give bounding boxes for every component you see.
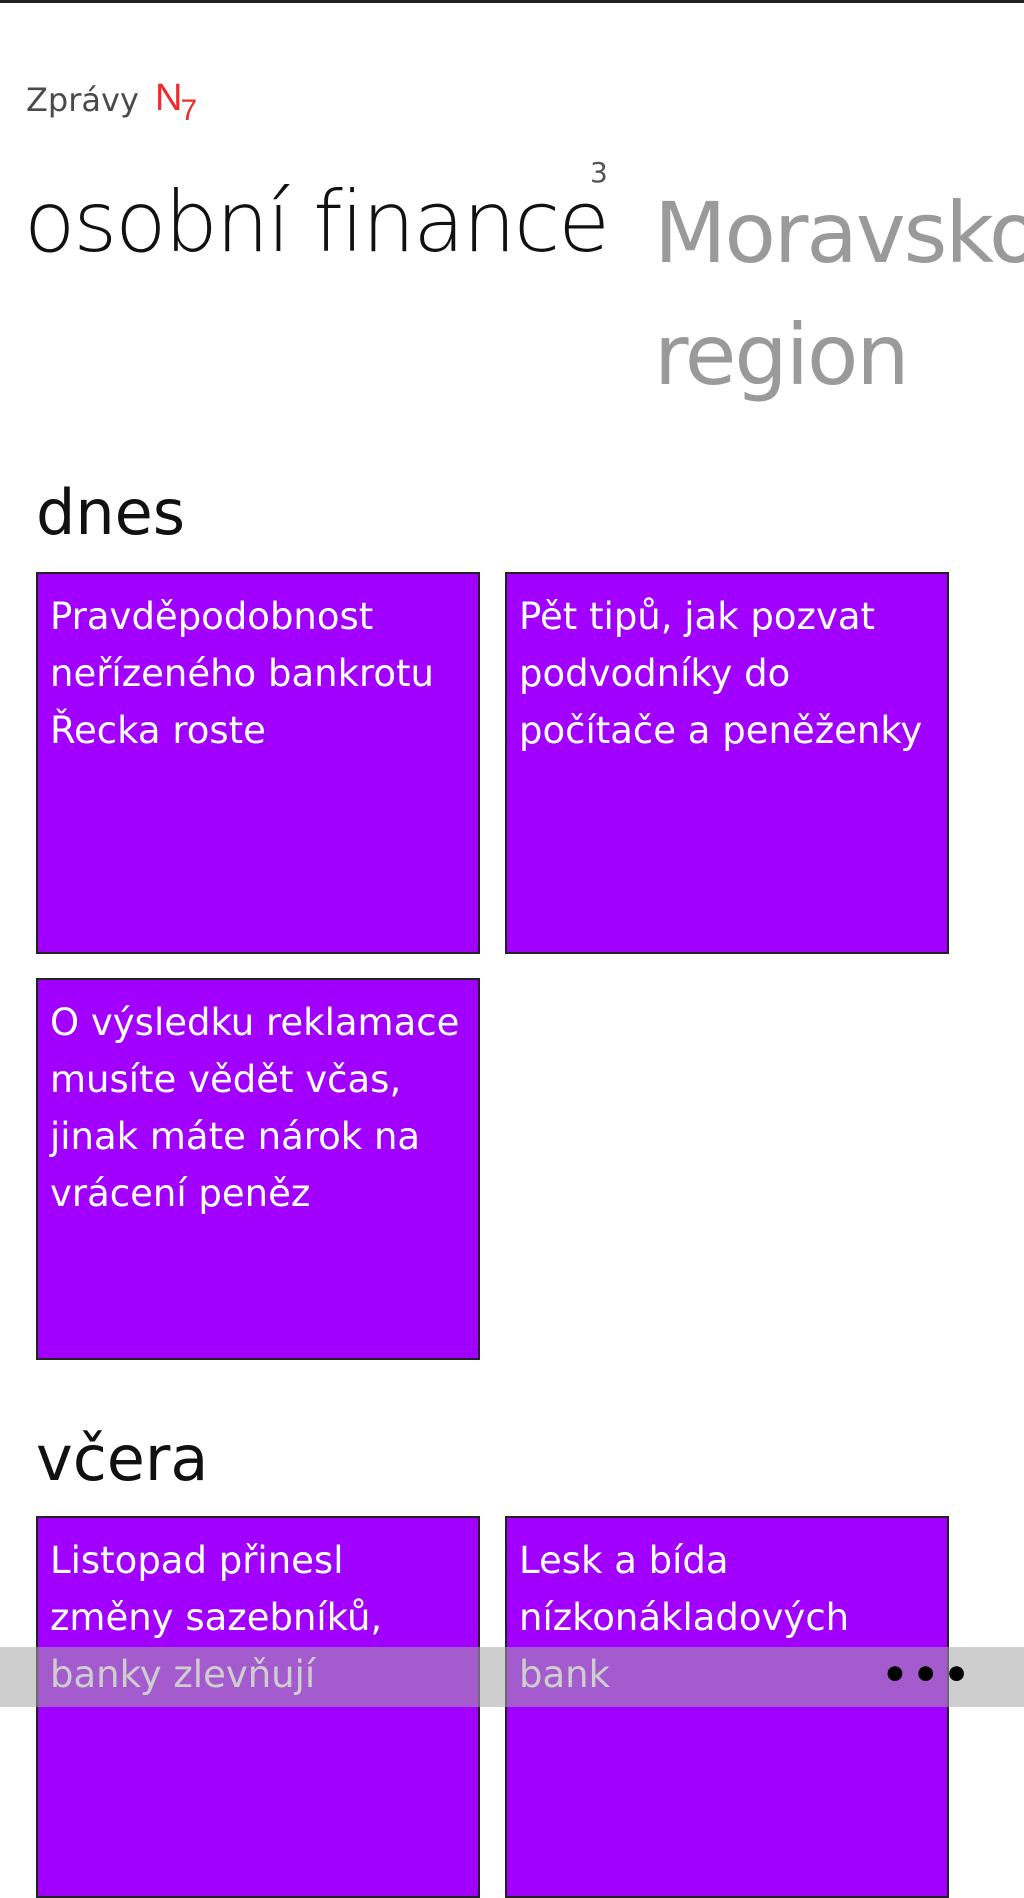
application-bar: •••	[0, 1647, 1024, 1707]
article-tile[interactable]: Lesk a bída nízkonákladových bank	[505, 1516, 949, 1898]
top-border	[0, 0, 1024, 3]
article-tile[interactable]: Pět tipů, jak pozvat podvodníky do počít…	[505, 572, 949, 954]
section-title-yesterday: včera	[36, 1422, 209, 1495]
article-tile[interactable]: O výsledku reklamace musíte vědět včas, …	[36, 978, 480, 1360]
more-options-icon[interactable]: •••	[881, 1654, 974, 1696]
pivot-next-line1: Moravsko	[654, 184, 1024, 282]
article-title: Pravděpodobnost neřízeného bankrotu Řeck…	[50, 595, 434, 752]
article-tile[interactable]: Pravděpodobnost neřízeného bankrotu Řeck…	[36, 572, 480, 954]
pivot-header-current[interactable]: osobní finance	[24, 172, 610, 272]
app-title: Zprávy	[26, 81, 139, 119]
section-title-today: dnes	[36, 476, 186, 549]
pivot-count-badge: 3	[590, 156, 608, 189]
logo-letter: N	[155, 77, 183, 119]
pivot-header-next[interactable]: Moravsko region	[654, 172, 1024, 416]
article-title: Pět tipů, jak pozvat podvodníky do počít…	[519, 595, 923, 752]
article-tile[interactable]: Listopad přinesl změny sazebníků, banky …	[36, 1516, 480, 1898]
logo-subscript: 7	[180, 94, 198, 127]
pivot-next-line2: region	[654, 306, 910, 404]
n7-logo: N7	[155, 77, 197, 127]
article-title: O výsledku reklamace musíte vědět včas, …	[50, 1001, 460, 1215]
